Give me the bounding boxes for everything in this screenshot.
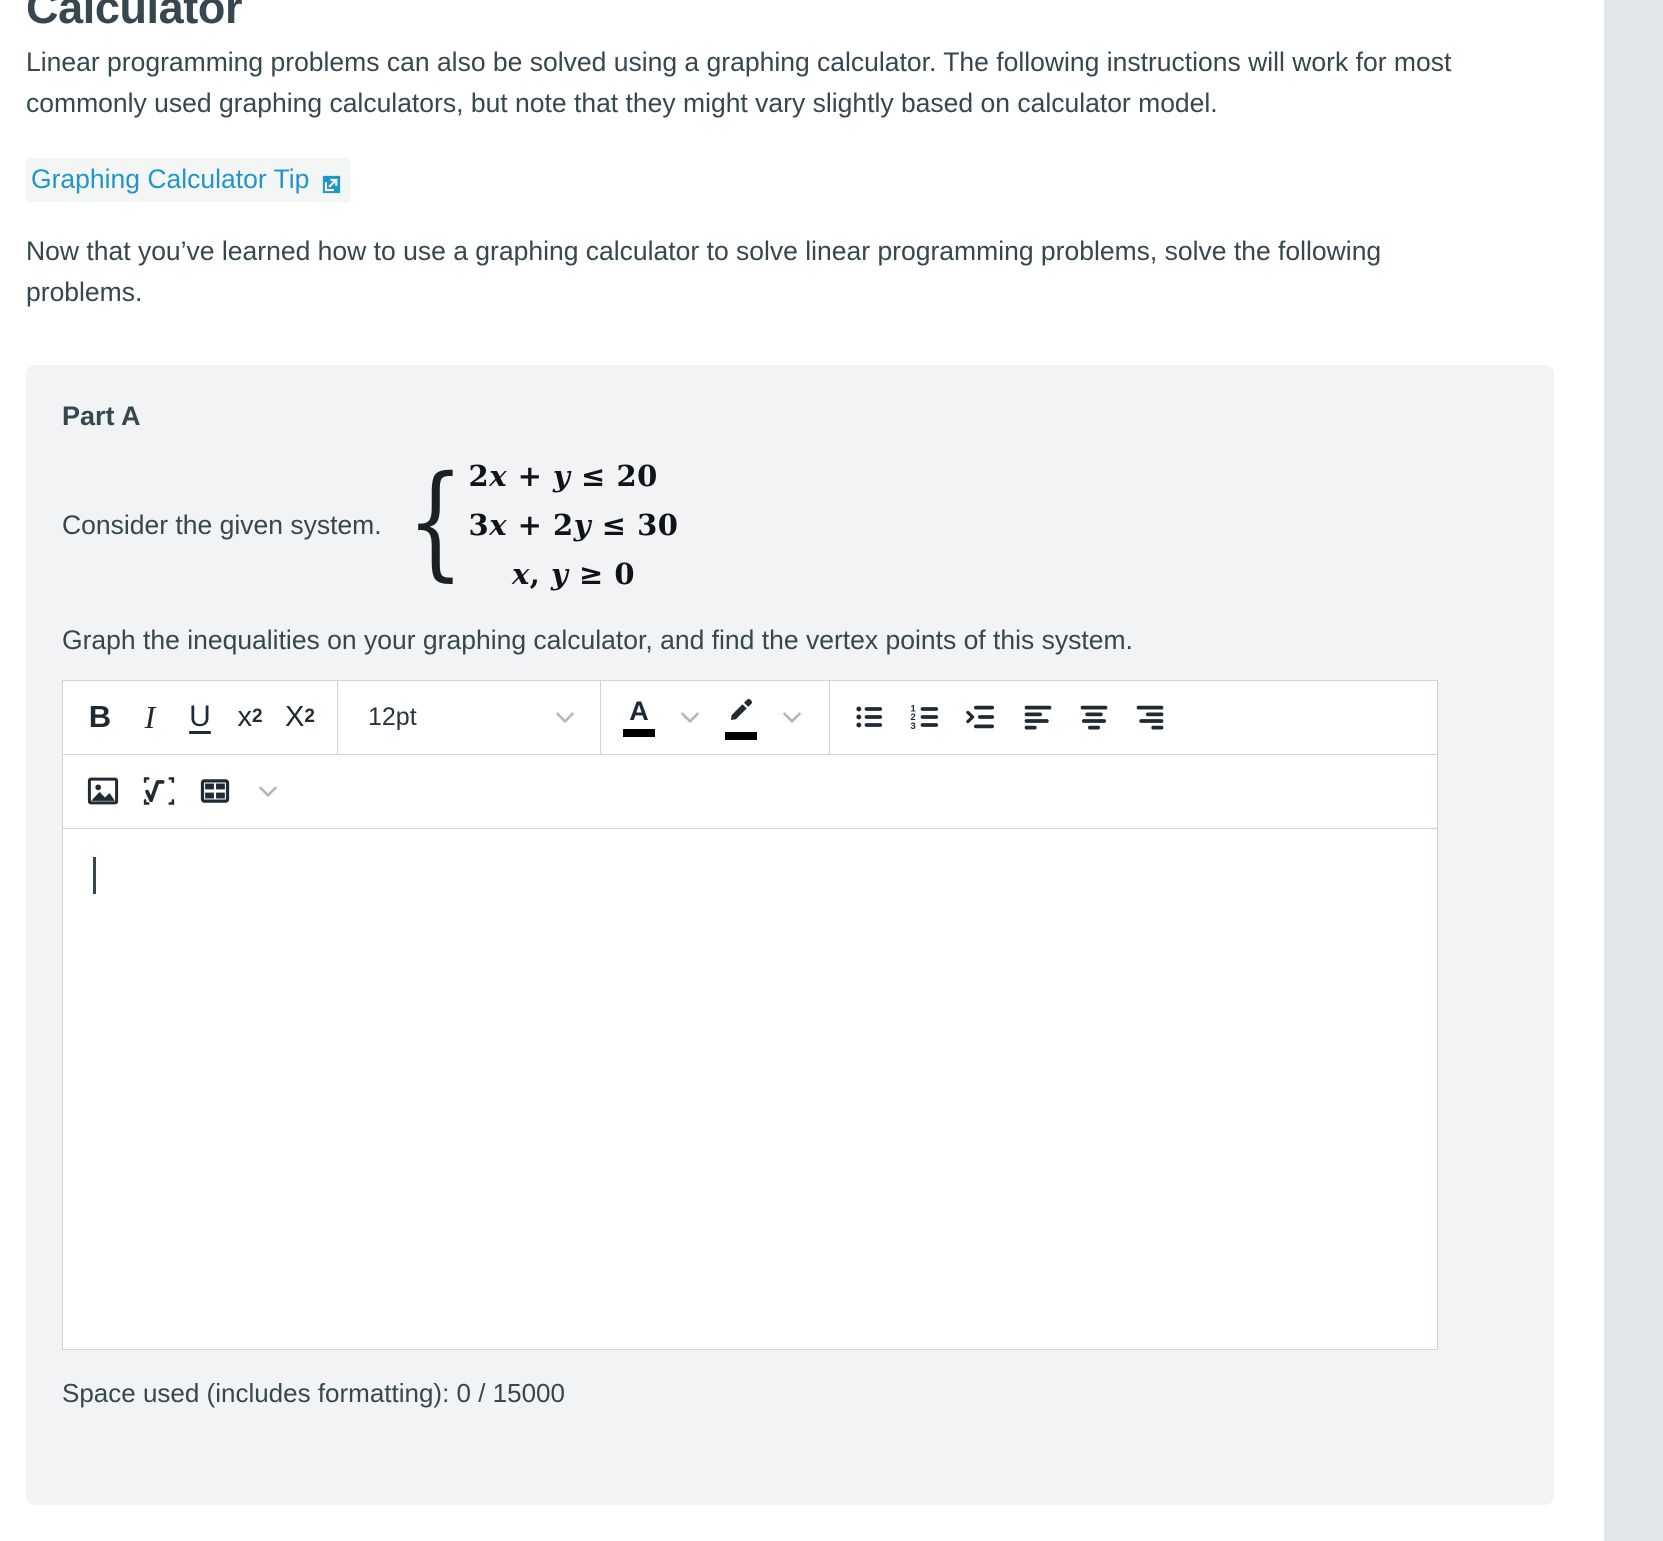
chevron-down-icon xyxy=(677,704,703,730)
italic-button[interactable]: I xyxy=(125,691,175,743)
inequality-3: x, y ≥ 0 xyxy=(511,556,636,591)
numbered-list-icon[interactable]: 1 2 3 xyxy=(898,690,954,744)
highlight-color-swatch xyxy=(725,731,757,740)
align-center-icon[interactable] xyxy=(1066,690,1122,744)
tip-link-container: Graphing Calculator Tip xyxy=(26,157,351,202)
underline-button[interactable]: U xyxy=(175,691,225,743)
inequality-2: 3x + 2y ≤ 30 xyxy=(468,507,679,542)
text-color-swatch xyxy=(623,729,655,738)
toolbar-group-font-size: 12pt xyxy=(338,680,601,754)
editor-toolbar-row-2 xyxy=(63,754,1437,829)
bold-button[interactable]: B xyxy=(75,691,125,743)
text-caret xyxy=(93,856,96,894)
highlighter-pen-icon xyxy=(726,695,756,728)
tip-link-label: Graphing Calculator Tip xyxy=(31,163,310,194)
inequality-1: 2x + y ≤ 20 xyxy=(468,458,658,493)
highlight-color-button[interactable] xyxy=(715,690,767,744)
svg-text:3: 3 xyxy=(911,721,916,731)
page-title: Calculator xyxy=(26,0,243,33)
space-used-counter: Space used (includes formatting): 0 / 15… xyxy=(62,1377,565,1408)
toolbar-group-text-style: B I U x2 X2 xyxy=(63,680,338,754)
consider-system-text: Consider the given system. xyxy=(62,510,382,541)
toolbar-group-colors: A xyxy=(601,680,830,754)
equation-stack: 2x + y ≤ 20 3x + 2y ≤ 30 x, y ≥ 0 xyxy=(469,454,679,597)
rich-text-editor: B I U x2 X2 12pt A 1 2 3 xyxy=(62,679,1438,1350)
lesson-page: Calculator Linear programming problems c… xyxy=(0,0,1604,1541)
bullet-list-icon[interactable] xyxy=(842,690,898,744)
table-options-dropdown[interactable] xyxy=(243,765,293,817)
highlight-color-dropdown[interactable] xyxy=(767,691,817,743)
follow-up-paragraph: Now that you’ve learned how to use a gra… xyxy=(26,235,1382,307)
align-right-icon[interactable] xyxy=(1122,690,1178,744)
system-row: Consider the given system. { 2x + y ≤ 20… xyxy=(62,454,1518,597)
toolbar-overflow-area xyxy=(1277,681,1437,754)
right-gutter xyxy=(1604,0,1663,1541)
system-of-inequalities: { 2x + y ≤ 20 3x + 2y ≤ 30 x, y ≥ 0 xyxy=(396,454,679,597)
part-label: Part A xyxy=(62,400,141,431)
superscript-button[interactable]: x2 xyxy=(225,691,275,743)
graph-instruction-text: Graph the inequalities on your graphing … xyxy=(62,624,1133,655)
chevron-down-icon xyxy=(552,704,578,730)
editor-toolbar-row-1: B I U x2 X2 12pt A 1 2 3 xyxy=(63,680,1437,755)
indent-icon[interactable] xyxy=(954,690,1010,744)
left-brace: { xyxy=(406,449,464,594)
text-color-letter: A xyxy=(629,696,649,727)
answer-text-area[interactable] xyxy=(63,828,1437,1349)
chevron-down-icon xyxy=(255,778,281,804)
text-color-button[interactable]: A xyxy=(613,690,665,744)
insert-image-icon[interactable] xyxy=(75,764,131,818)
text-color-dropdown[interactable] xyxy=(665,691,715,743)
external-link-icon xyxy=(320,169,343,194)
chevron-down-icon xyxy=(779,704,805,730)
intro-paragraph: Linear programming problems can also be … xyxy=(26,46,1452,118)
insert-table-icon[interactable] xyxy=(187,764,243,818)
part-a-card: Part A Consider the given system. { 2x +… xyxy=(26,364,1554,1505)
toolbar-group-insert xyxy=(63,755,1437,828)
align-left-icon[interactable] xyxy=(1010,690,1066,744)
insert-equation-icon[interactable] xyxy=(131,764,187,818)
graphing-calculator-tip-link[interactable]: Graphing Calculator Tip xyxy=(26,157,351,202)
font-size-select[interactable]: 12pt xyxy=(350,691,588,743)
toolbar-group-lists-align: 1 2 3 xyxy=(830,681,1277,754)
subscript-button[interactable]: X2 xyxy=(275,691,325,743)
font-size-value: 12pt xyxy=(368,702,417,731)
